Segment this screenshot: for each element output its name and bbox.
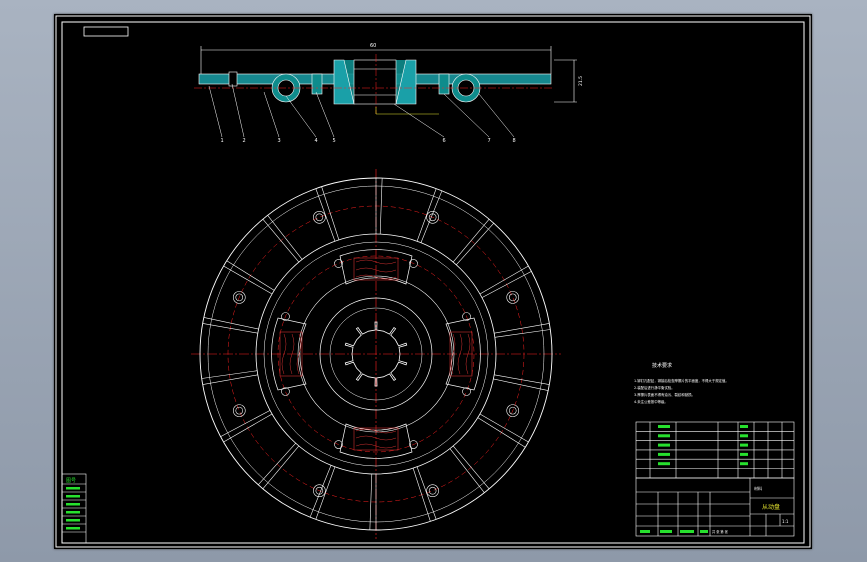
drawing-sheet: 60 21.5 1 2 3 4 5 6 7 8 技术要求 1.铆钉孔配钻，铆接后… <box>54 14 812 549</box>
section-view: 60 21.5 <box>194 43 584 115</box>
balloon-5: 5 <box>333 138 336 144</box>
left-stamp <box>61 473 87 544</box>
tech-line-3: 3.摩擦片表面不得有油污、裂纹和缺损。 <box>634 392 695 397</box>
parts-list-text-mark <box>658 452 670 456</box>
stamp-text-mark <box>66 511 80 514</box>
balloon-1: 1 <box>221 138 224 144</box>
title-block-green-labels <box>640 425 748 533</box>
stamp-text-mark <box>66 495 80 498</box>
title-block-scale: 1:1 <box>782 519 789 524</box>
stamp-text-mark <box>66 519 80 522</box>
parts-list-text-mark <box>740 452 748 456</box>
balloon-6: 6 <box>443 138 446 144</box>
parts-list-text-mark <box>740 462 748 466</box>
tech-line-1: 1.铆钉孔配钻，铆接后检查摩擦片的平面度，不得大于规定值。 <box>634 378 729 383</box>
signature-text-mark <box>700 530 708 533</box>
balloon-4: 4 <box>315 138 318 144</box>
sheet-outer-border <box>55 15 811 548</box>
balloon-8: 8 <box>513 138 516 144</box>
left-stamp-title: 图号 <box>66 478 76 484</box>
parts-list-text-mark <box>658 443 670 447</box>
cad-drawing: 60 21.5 1 2 3 4 5 6 7 8 技术要求 1.铆钉孔配钻，铆接后… <box>55 15 811 548</box>
front-view <box>191 169 561 539</box>
parts-list-text-mark <box>740 434 748 438</box>
technical-requirements: 技术要求 1.铆钉孔配钻，铆接后检查摩擦片的平面度，不得大于规定值。 2.装配后… <box>634 362 729 404</box>
signature-text-mark <box>660 530 672 533</box>
stamp-text-mark <box>66 527 80 530</box>
tech-requirements-title: 技术要求 <box>652 362 672 369</box>
parts-list-text-mark <box>658 425 670 428</box>
tech-line-2: 2.装配后进行静平衡试验。 <box>634 385 675 390</box>
title-block-material: 材料 <box>754 485 762 491</box>
title-block-drawing-title: 从动盘 <box>762 503 780 511</box>
dimension-thickness: 21.5 <box>578 76 584 86</box>
parts-list-text-mark <box>740 443 748 447</box>
sheet-inner-border <box>61 21 805 544</box>
balloon-7: 7 <box>488 138 491 144</box>
signature-text-mark <box>640 530 650 533</box>
title-block <box>635 421 795 537</box>
balloon-3: 3 <box>278 138 281 144</box>
stamp-text-mark <box>66 503 80 506</box>
parts-list-text-mark <box>740 425 748 428</box>
parts-list-text-mark <box>658 462 670 466</box>
balloon-2: 2 <box>243 138 246 144</box>
drawing-number-box <box>83 26 129 37</box>
dimension-overall-width: 60 <box>370 43 376 49</box>
stamp-text-mark <box>66 487 80 490</box>
parts-list-text-mark <box>658 434 670 438</box>
tech-line-4: 4.未注公差按中等级。 <box>634 399 668 404</box>
signature-text-mark <box>680 530 694 533</box>
title-block-sheet: 共 张 第 张 <box>712 529 729 534</box>
